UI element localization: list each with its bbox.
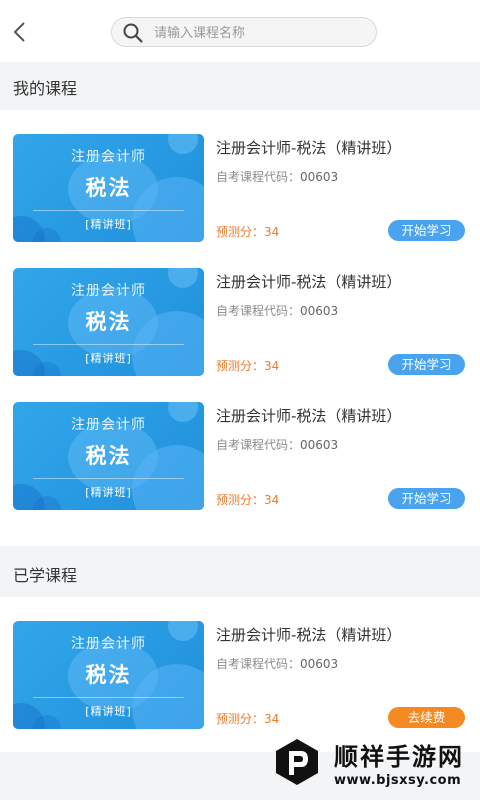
predicted-score: 预测分：34 (216, 359, 280, 373)
learned-course-list: 注册会计师 税法 [精讲班] 注册会计师-税法（精讲班） 自考课程代码：0060… (0, 597, 480, 752)
course-code: 自考课程代码：00603 (216, 657, 339, 671)
top-bar (0, 0, 480, 62)
section-title: 已学课程 (13, 566, 78, 585)
thumbnail-title: 注册会计师 (71, 636, 146, 652)
my-course-list: 注册会计师 税法 [精讲班] 注册会计师-税法（精讲班） 自考课程代码：0060… (0, 110, 480, 546)
course-thumbnail[interactable]: 注册会计师 税法 [精讲班] (13, 621, 204, 729)
course-thumbnail[interactable]: 注册会计师 税法 [精讲班] (13, 268, 204, 376)
course-thumbnail[interactable]: 注册会计师 税法 [精讲班] (13, 134, 204, 242)
section-header-learned-courses: 已学课程 (0, 549, 480, 597)
course-name[interactable]: 注册会计师-税法（精讲班） (216, 271, 401, 292)
thumbnail-tag: [精讲班] (85, 705, 132, 718)
course-card[interactable]: 注册会计师 税法 [精讲班] 注册会计师-税法（精讲班） 自考课程代码：0060… (0, 621, 480, 755)
bottom-area (0, 752, 480, 800)
renew-button[interactable]: 去续费 (388, 707, 465, 728)
chevron-left-icon (13, 22, 25, 42)
thumbnail-title: 注册会计师 (71, 283, 146, 299)
course-name[interactable]: 注册会计师-税法（精讲班） (216, 405, 401, 426)
predicted-score: 预测分：34 (216, 493, 280, 507)
course-code: 自考课程代码：00603 (216, 170, 339, 184)
thumbnail-subject: 税法 (85, 310, 132, 334)
section-title: 我的课程 (13, 79, 78, 98)
thumbnail-subject: 税法 (85, 663, 132, 687)
course-thumbnail[interactable]: 注册会计师 税法 [精讲班] (13, 402, 204, 510)
search-icon (123, 23, 143, 43)
thumbnail-subject: 税法 (85, 176, 132, 200)
course-name[interactable]: 注册会计师-税法（精讲班） (216, 137, 401, 158)
start-learning-button[interactable]: 开始学习 (388, 354, 465, 375)
back-button[interactable] (6, 16, 34, 48)
search-input[interactable] (152, 21, 371, 45)
predicted-score: 预测分：34 (216, 225, 280, 239)
start-learning-button[interactable]: 开始学习 (388, 488, 465, 509)
thumbnail-tag: [精讲班] (85, 486, 132, 499)
section-header-my-courses: 我的课程 (0, 62, 480, 110)
course-card[interactable]: 注册会计师 税法 [精讲班] 注册会计师-税法（精讲班） 自考课程代码：0060… (0, 134, 480, 268)
thumbnail-tag: [精讲班] (85, 352, 132, 365)
thumbnail-title: 注册会计师 (71, 149, 146, 165)
thumbnail-title: 注册会计师 (71, 417, 146, 433)
predicted-score: 预测分：34 (216, 712, 280, 726)
course-name[interactable]: 注册会计师-税法（精讲班） (216, 624, 401, 645)
course-card[interactable]: 注册会计师 税法 [精讲班] 注册会计师-税法（精讲班） 自考课程代码：0060… (0, 268, 480, 402)
course-code: 自考课程代码：00603 (216, 304, 339, 318)
course-card[interactable]: 注册会计师 税法 [精讲班] 注册会计师-税法（精讲班） 自考课程代码：0060… (0, 402, 480, 536)
start-learning-button[interactable]: 开始学习 (388, 220, 465, 241)
search-box[interactable] (111, 17, 377, 47)
course-code: 自考课程代码：00603 (216, 438, 339, 452)
thumbnail-subject: 税法 (85, 444, 132, 468)
thumbnail-tag: [精讲班] (85, 218, 132, 231)
